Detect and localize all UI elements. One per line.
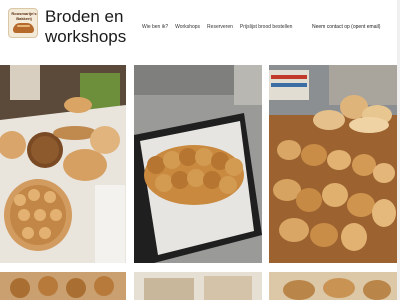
bread-rolls-cooling-rack-photo (269, 65, 397, 263)
gallery-photo-row2-2 (134, 272, 262, 300)
contact-email-link[interactable]: Neem contact op (opent email) (312, 24, 380, 30)
gallery-photo-row2-1 (0, 272, 126, 300)
site-title[interactable]: Broden en workshops (45, 7, 155, 47)
workshop-row2-illustration (134, 272, 262, 300)
main-nav: Wie ben ik? Workshops Reserveren Prijsli… (142, 24, 292, 30)
bread-rolls-illustration (269, 65, 397, 263)
bakery-logo[interactable]: Roosmarijn's Bakkerij (8, 8, 38, 38)
bread-icon (13, 23, 34, 33)
logo-text: Roosmarijn's Bakkerij (11, 11, 37, 21)
bread-table-photo (0, 65, 126, 263)
gallery-photo-row2-3 (269, 272, 397, 300)
bread-row2b-illustration (269, 272, 397, 300)
bread-table-illustration (0, 65, 126, 263)
nav-item-wie-ben-ik[interactable]: Wie ben ik? (142, 24, 168, 30)
bread-row2-illustration (0, 272, 126, 300)
nav-item-prijslijst[interactable]: Prijslijst brood bestellen (240, 24, 293, 30)
nav-item-reserveren[interactable]: Reserveren (207, 24, 233, 30)
braided-rolls-illustration (134, 65, 262, 263)
braided-rolls-tray-photo (134, 65, 262, 263)
nav-item-workshops[interactable]: Workshops (175, 24, 200, 30)
site-header: Roosmarijn's Bakkerij Broden en workshop… (0, 0, 400, 62)
